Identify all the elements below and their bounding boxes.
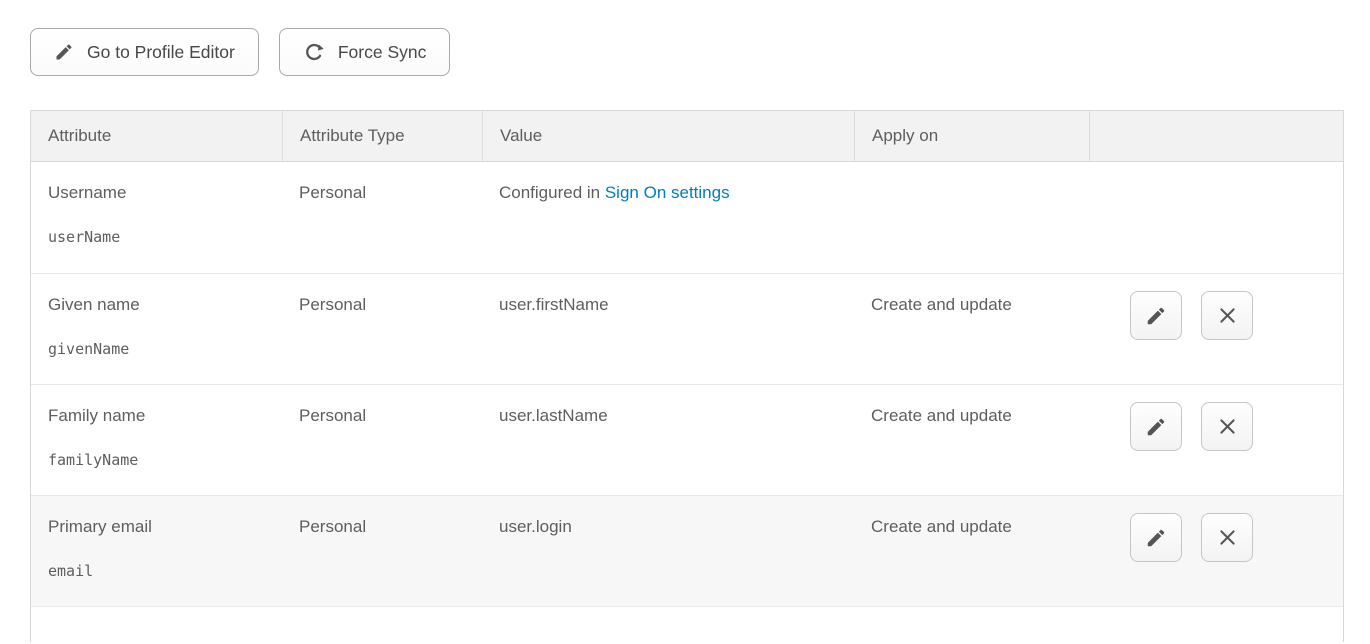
attribute-variable: givenName	[48, 340, 272, 358]
header-attribute: Attribute	[31, 111, 282, 161]
table-row: Username userName Personal Configured in…	[31, 162, 1343, 273]
attribute-type: Personal	[282, 496, 482, 606]
table-row: Given name givenName Personal user.first…	[31, 273, 1343, 384]
attribute-variable: familyName	[48, 451, 272, 469]
delete-attribute-button[interactable]	[1201, 291, 1253, 340]
toolbar: Go to Profile Editor Force Sync	[30, 28, 1370, 76]
attribute-label: Family name	[48, 406, 272, 426]
refresh-icon	[303, 41, 325, 63]
row-actions	[1089, 496, 1343, 606]
attribute-value: user.lastName	[482, 385, 854, 495]
close-x-icon	[1217, 416, 1238, 437]
table-header-row: Attribute Attribute Type Value Apply on	[31, 111, 1343, 162]
attribute-variable: userName	[48, 228, 272, 246]
pencil-icon	[1145, 527, 1167, 549]
header-actions	[1089, 111, 1343, 161]
table-row: Family name familyName Personal user.las…	[31, 384, 1343, 495]
attribute-label: Given name	[48, 295, 272, 315]
force-sync-label: Force Sync	[338, 42, 427, 63]
table-row: Primary email email Personal user.login …	[31, 495, 1343, 606]
force-sync-button[interactable]: Force Sync	[279, 28, 451, 76]
apply-on-value	[854, 162, 1089, 273]
attribute-type: Personal	[282, 385, 482, 495]
close-x-icon	[1217, 305, 1238, 326]
attribute-variable: email	[48, 562, 272, 580]
attribute-mappings-page: Go to Profile Editor Force Sync Attribut…	[0, 0, 1370, 642]
row-actions	[1089, 385, 1343, 495]
pencil-icon	[1145, 416, 1167, 438]
edit-attribute-button[interactable]	[1130, 291, 1182, 340]
attribute-type: Personal	[282, 274, 482, 384]
pencil-icon	[1145, 305, 1167, 327]
close-x-icon	[1217, 527, 1238, 548]
value-prefix-text: Configured in	[499, 183, 605, 202]
attribute-value: Configured in Sign On settings	[482, 162, 854, 273]
edit-attribute-button[interactable]	[1130, 513, 1182, 562]
table-row-partial	[31, 606, 1343, 642]
apply-on-value: Create and update	[854, 496, 1089, 606]
header-value: Value	[482, 111, 854, 161]
edit-attribute-button[interactable]	[1130, 402, 1182, 451]
header-attribute-type: Attribute Type	[282, 111, 482, 161]
row-actions	[1089, 274, 1343, 384]
attribute-value: user.firstName	[482, 274, 854, 384]
attribute-label: Primary email	[48, 517, 272, 537]
pencil-icon	[54, 42, 74, 62]
delete-attribute-button[interactable]	[1201, 402, 1253, 451]
attribute-label: Username	[48, 183, 272, 203]
attribute-value: user.login	[482, 496, 854, 606]
header-apply-on: Apply on	[854, 111, 1089, 161]
attribute-type: Personal	[282, 162, 482, 273]
apply-on-value: Create and update	[854, 274, 1089, 384]
go-to-profile-editor-label: Go to Profile Editor	[87, 42, 235, 63]
sign-on-settings-link[interactable]: Sign On settings	[605, 183, 730, 202]
attribute-mapping-table: Attribute Attribute Type Value Apply on …	[30, 110, 1344, 642]
apply-on-value: Create and update	[854, 385, 1089, 495]
go-to-profile-editor-button[interactable]: Go to Profile Editor	[30, 28, 259, 76]
delete-attribute-button[interactable]	[1201, 513, 1253, 562]
row-actions	[1089, 162, 1343, 273]
